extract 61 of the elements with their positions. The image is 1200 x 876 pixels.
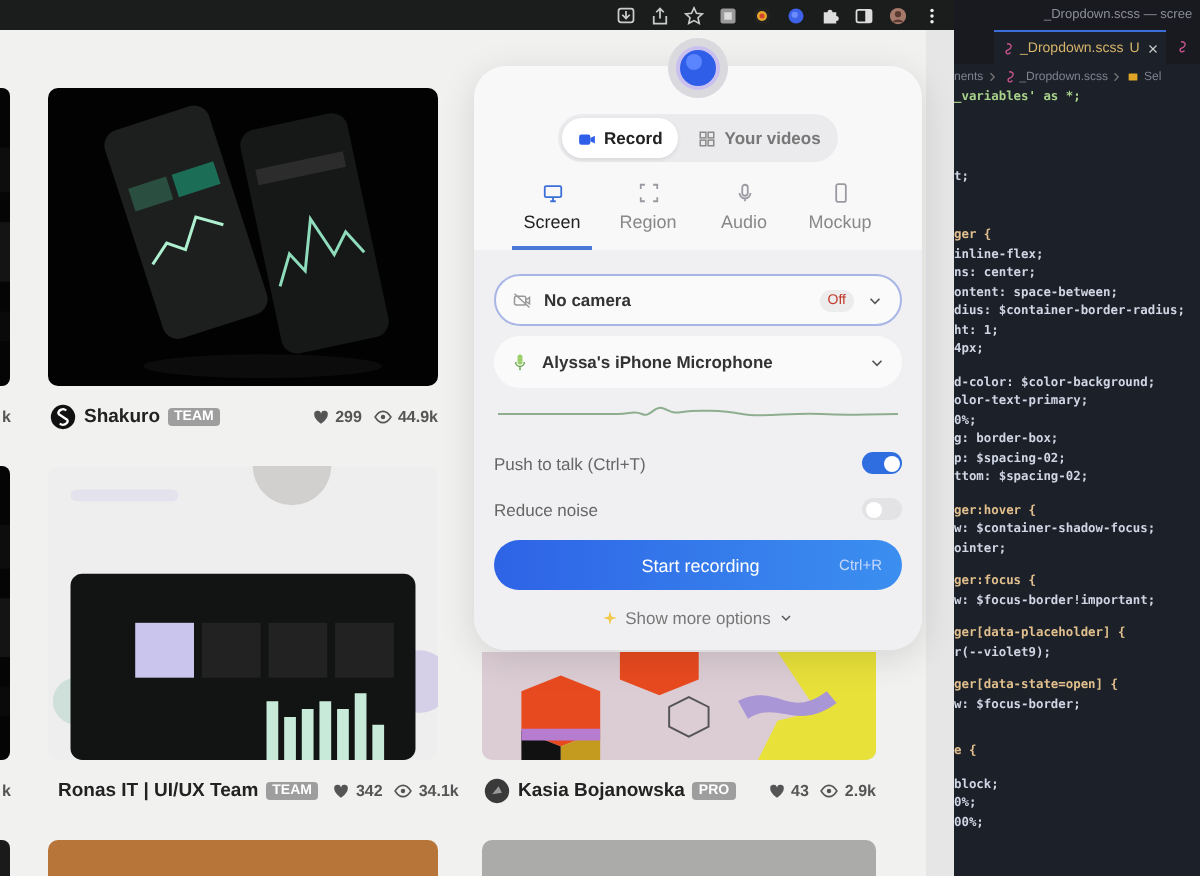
symbol-icon — [1126, 70, 1141, 84]
sidebar-icon[interactable] — [854, 5, 874, 25]
video-camera-icon — [578, 129, 596, 147]
sass-file-icon — [1000, 41, 1014, 55]
eye-icon — [820, 781, 839, 799]
microphone-icon — [510, 352, 530, 372]
stat-count: k — [2, 781, 11, 799]
eye-icon — [394, 781, 413, 799]
chevron-right-icon — [1112, 72, 1123, 82]
close-icon[interactable] — [1145, 41, 1160, 55]
toggle-switch[interactable] — [862, 452, 902, 474]
stat-count: 2.9k — [844, 781, 876, 799]
puzzle-icon[interactable] — [820, 5, 840, 25]
toggle-label: Reduce noise — [494, 499, 598, 519]
sparkle-icon — [601, 610, 618, 626]
microphone-value: Alyssa's iPhone Microphone — [542, 352, 773, 372]
stat-count: 299 — [335, 407, 362, 425]
capture-tab[interactable]: Audio — [704, 176, 784, 250]
extension-icon[interactable] — [752, 5, 772, 25]
phone-icon — [829, 182, 851, 204]
capture-tab[interactable]: Region — [608, 176, 688, 250]
download-icon[interactable] — [616, 5, 636, 25]
heart-icon — [311, 407, 330, 425]
author-avatar[interactable] — [484, 777, 510, 803]
capture-tab[interactable]: Mockup — [800, 176, 880, 250]
recorder-logo-icon — [668, 38, 728, 98]
camera-value: No camera — [544, 290, 631, 310]
grid-icon — [698, 129, 717, 147]
shot-thumbnail[interactable] — [48, 840, 438, 876]
recorder-extension-icon[interactable] — [786, 5, 806, 25]
author-avatar[interactable] — [50, 403, 76, 429]
show-more-options-button[interactable]: Show more options — [593, 604, 803, 632]
author-name[interactable]: Shakuro — [84, 405, 161, 427]
sass-file-icon — [1173, 40, 1188, 54]
toggle-label: Push to talk (Ctrl+T) — [494, 453, 646, 473]
stat-count: 44.9k — [397, 407, 438, 425]
toggle-switch[interactable] — [862, 498, 902, 520]
author-name[interactable]: Kasia Bojanowska — [518, 779, 685, 801]
avatar-icon[interactable] — [888, 5, 908, 25]
star-icon[interactable] — [684, 5, 704, 25]
eye-icon — [373, 407, 392, 425]
share-icon[interactable] — [650, 5, 670, 25]
chevron-right-icon — [987, 72, 998, 82]
mode-tab[interactable]: Record — [562, 118, 679, 158]
camera-off-icon — [512, 290, 532, 310]
stat-count: 342 — [355, 781, 383, 799]
stat-count: 34.1k — [418, 781, 459, 799]
extension-icon[interactable] — [718, 5, 738, 25]
stat-count: k — [2, 407, 11, 425]
microphone-icon — [733, 182, 755, 204]
chevron-down-icon — [778, 610, 795, 626]
mode-tab[interactable]: Your videos — [682, 118, 837, 158]
author-name[interactable]: Ronas IT | UI/UX Team — [58, 779, 259, 801]
region-icon — [637, 182, 659, 204]
microphone-dropdown[interactable]: Alyssa's iPhone Microphone — [494, 336, 902, 388]
monitor-icon — [541, 182, 563, 204]
heart-icon — [767, 781, 786, 799]
heart-icon — [331, 781, 350, 799]
stat-count: 43 — [791, 781, 809, 799]
shot-thumbnail[interactable] — [482, 840, 876, 876]
shot-thumbnail[interactable] — [0, 840, 10, 876]
